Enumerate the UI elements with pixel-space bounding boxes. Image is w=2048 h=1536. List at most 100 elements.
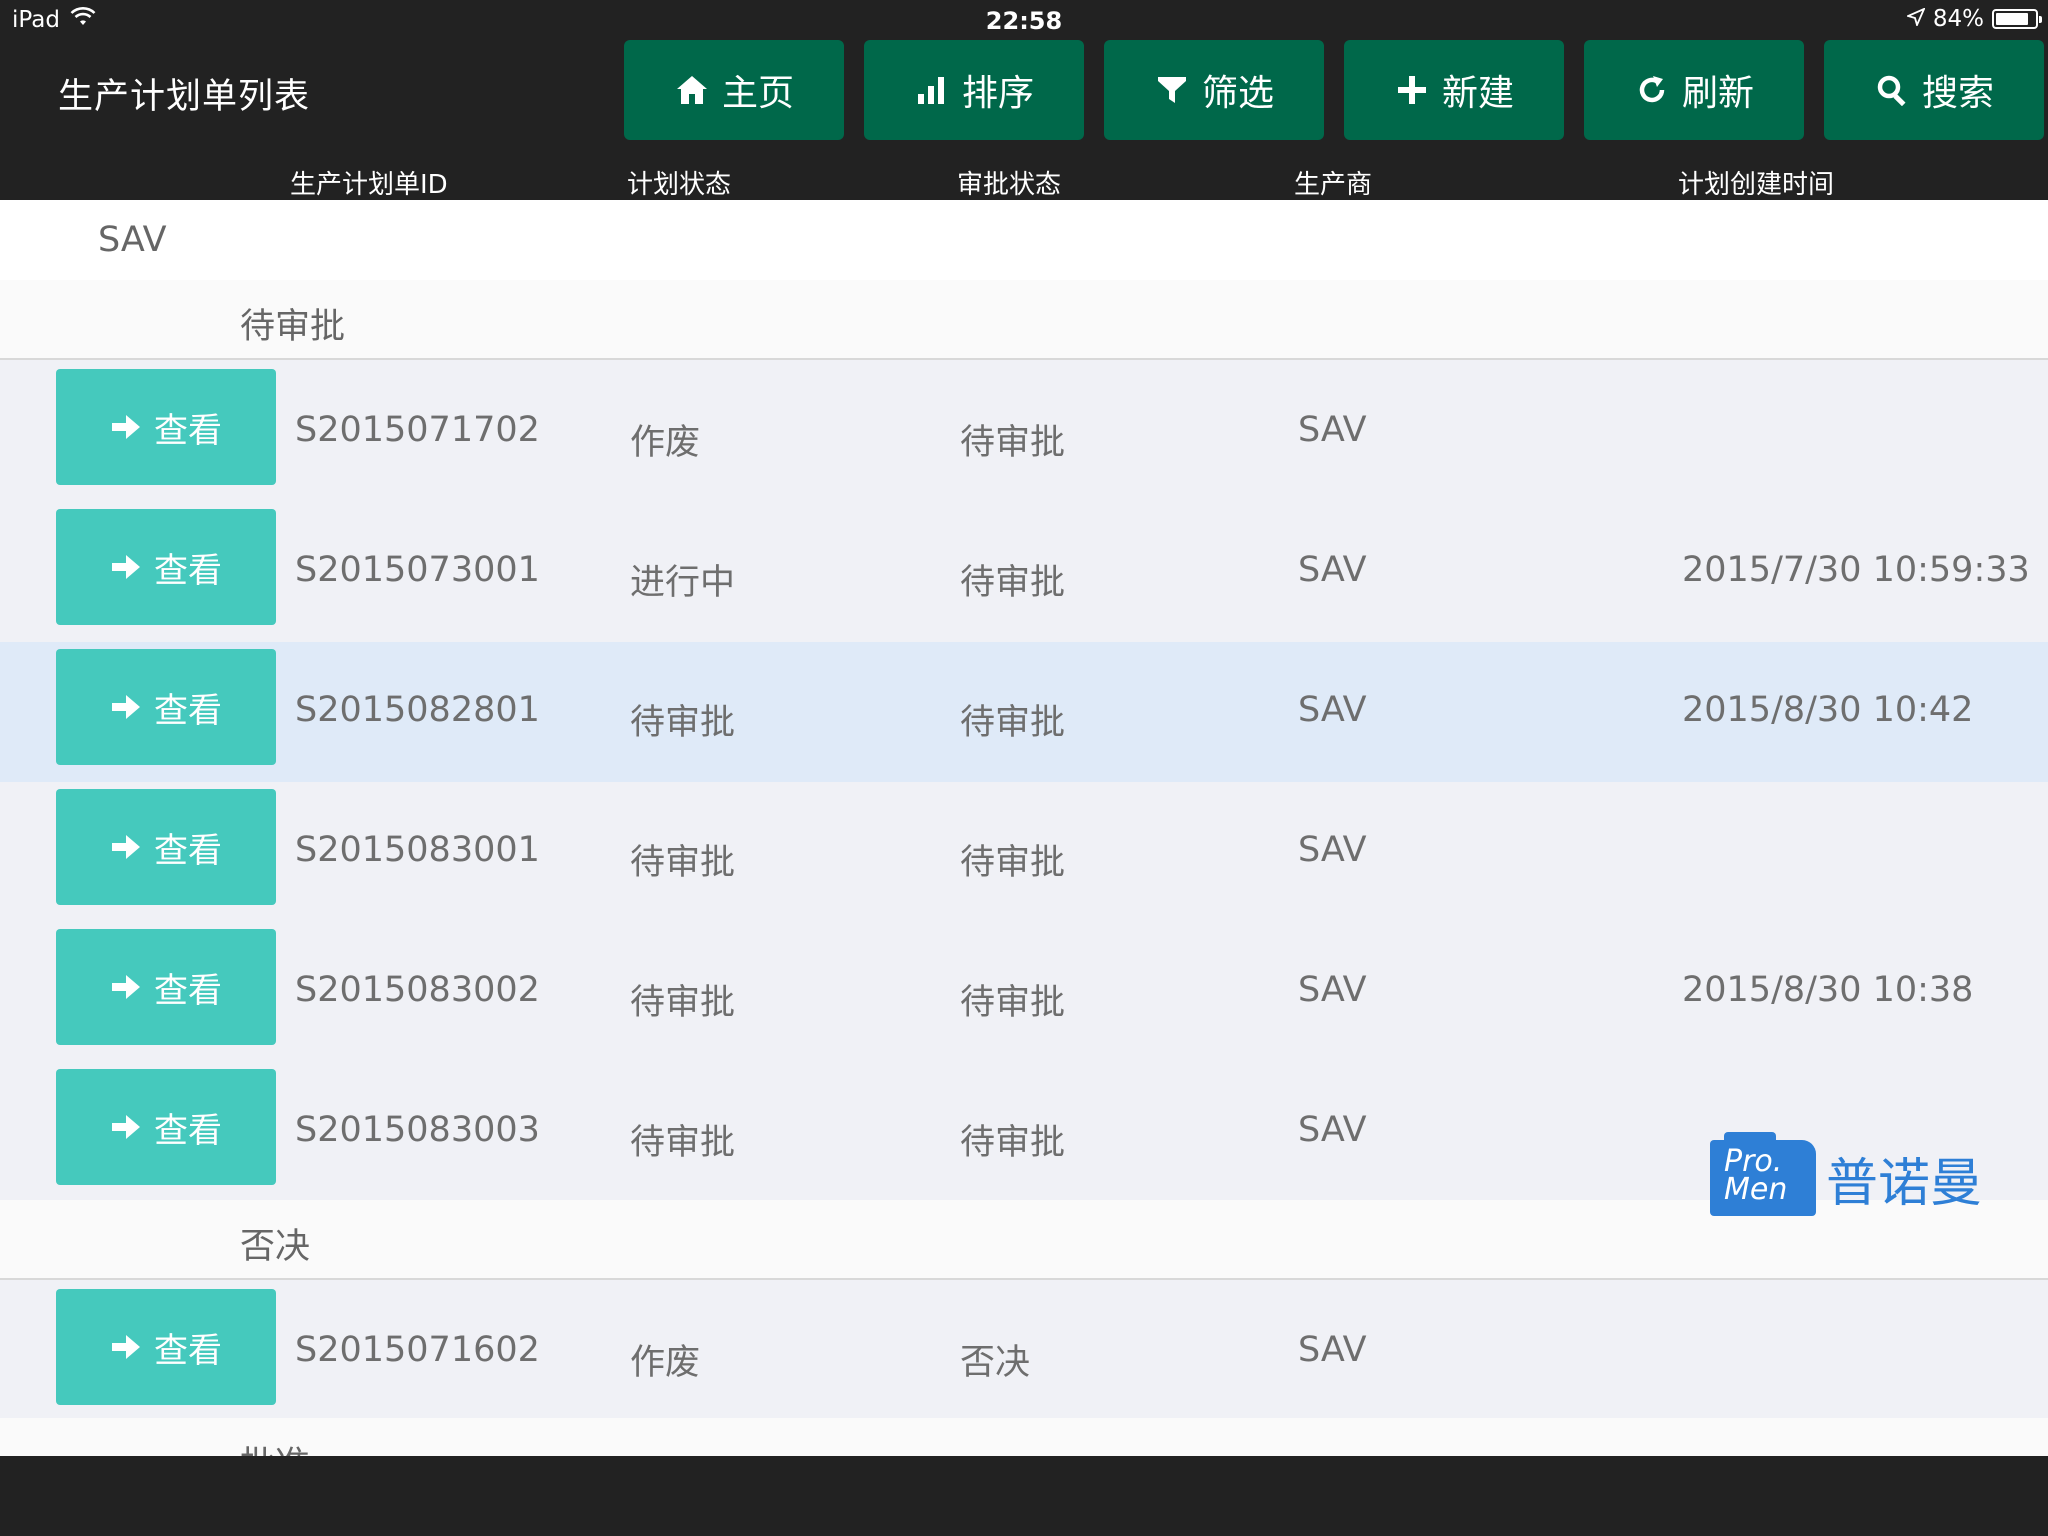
table-row[interactable]: 查看 S2015083002 待审批 待审批 SAV 2015/8/30 10:…: [0, 922, 2048, 1062]
view-button-label: 查看: [154, 550, 222, 591]
cell-approval-status: 待审批: [960, 1123, 1066, 1163]
cell-plan-status: 作废: [630, 423, 701, 463]
logo-text: 普诺曼: [1826, 1153, 1983, 1214]
cell-manufacturer: SAV: [1298, 690, 1367, 730]
view-button[interactable]: 查看: [56, 929, 276, 1045]
cell-approval-status: 待审批: [960, 703, 1066, 743]
cell-id: S2015083001: [295, 830, 540, 870]
new-button[interactable]: 新建: [1344, 40, 1564, 140]
cell-plan-status: 进行中: [630, 563, 736, 603]
cell-manufacturer: SAV: [1298, 970, 1367, 1010]
col-header-manufacturer[interactable]: 生产商: [1294, 164, 1372, 201]
section-title: 批准: [240, 1436, 310, 1456]
logo-mark: Pro. Men: [1710, 1132, 1816, 1216]
section-header-pending: 待审批: [0, 280, 2048, 360]
search-icon: [1874, 72, 1910, 108]
view-button-label: 查看: [154, 830, 222, 871]
battery-percent: 84%: [1932, 6, 1984, 32]
table-row[interactable]: 查看 S2015071602 作废 否决 SAV: [0, 1282, 2048, 1422]
home-button-label: 主页: [721, 73, 794, 114]
section-header-approved: 批准: [0, 1418, 2048, 1456]
view-button[interactable]: 查看: [56, 509, 276, 625]
cell-created-time: 2015/8/30 10:38: [1682, 970, 1974, 1010]
arrow-right-icon: [112, 695, 140, 719]
cell-id: S2015073001: [295, 550, 540, 590]
cell-id: S2015082801: [295, 690, 540, 730]
col-header-created-time[interactable]: 计划创建时间: [1678, 164, 1834, 201]
plan-list[interactable]: SAV 待审批 查看 S2015071702 作废 待审批 SAV 查看 S20…: [0, 200, 2048, 1456]
cell-plan-status: 待审批: [630, 703, 736, 743]
cell-approval-status: 待审批: [960, 423, 1066, 463]
search-button[interactable]: 搜索: [1824, 40, 2044, 140]
table-row[interactable]: 查看 S2015071702 作废 待审批 SAV: [0, 362, 2048, 502]
col-header-approval-status[interactable]: 审批状态: [957, 164, 1061, 201]
sort-button[interactable]: 排序: [864, 40, 1084, 140]
home-icon: [674, 72, 710, 108]
arrow-right-icon: [112, 835, 140, 859]
view-button[interactable]: 查看: [56, 1069, 276, 1185]
arrow-right-icon: [112, 1115, 140, 1139]
table-row[interactable]: 查看 S2015083001 待审批 待审批 SAV: [0, 782, 2048, 922]
cell-manufacturer: SAV: [1298, 410, 1367, 450]
view-button-label: 查看: [154, 1110, 222, 1151]
cell-plan-status: 作废: [630, 1343, 701, 1383]
view-button-label: 查看: [154, 970, 222, 1011]
group-header: SAV: [0, 200, 2048, 280]
header: 生产计划单列表 主页 排序 筛选 新建 刷新 搜索 生产计划单ID 计划状态 审…: [0, 40, 2048, 200]
col-header-id[interactable]: 生产计划单ID: [290, 164, 448, 201]
cell-plan-status: 待审批: [630, 1123, 736, 1163]
bar-chart-icon: [914, 72, 950, 108]
cell-created-time: 2015/7/30 10:59:33: [1682, 550, 2030, 590]
section-title: 否决: [240, 1227, 311, 1267]
cell-id: S2015071602: [295, 1330, 540, 1370]
cell-plan-status: 待审批: [630, 843, 736, 883]
cell-created-time: 2015/8/30 10:42: [1682, 690, 1974, 730]
cell-plan-status: 待审批: [630, 983, 736, 1023]
section-title: 待审批: [240, 307, 346, 347]
cell-approval-status: 待审批: [960, 983, 1066, 1023]
cell-manufacturer: SAV: [1298, 830, 1367, 870]
arrow-right-icon: [112, 975, 140, 999]
new-button-label: 新建: [1441, 73, 1514, 114]
arrow-right-icon: [112, 1335, 140, 1359]
view-button[interactable]: 查看: [56, 649, 276, 765]
table-row-selected[interactable]: 查看 S2015082801 待审批 待审批 SAV 2015/8/30 10:…: [0, 642, 2048, 782]
table-row[interactable]: 查看 S2015073001 进行中 待审批 SAV 2015/7/30 10:…: [0, 502, 2048, 642]
arrow-right-icon: [112, 415, 140, 439]
cell-manufacturer: SAV: [1298, 1110, 1367, 1150]
col-header-plan-status[interactable]: 计划状态: [627, 164, 731, 201]
cell-id: S2015071702: [295, 410, 540, 450]
cell-approval-status: 待审批: [960, 843, 1066, 883]
bottom-bar: [0, 1456, 2048, 1536]
arrow-right-icon: [112, 555, 140, 579]
filter-button[interactable]: 筛选: [1104, 40, 1324, 140]
plus-icon: [1394, 72, 1430, 108]
cell-approval-status: 待审批: [960, 563, 1066, 603]
status-right: 84%: [1905, 6, 2042, 32]
refresh-button[interactable]: 刷新: [1584, 40, 1804, 140]
view-button[interactable]: 查看: [56, 1289, 276, 1405]
search-button-label: 搜索: [1921, 73, 1994, 114]
filter-icon: [1154, 72, 1190, 108]
view-button[interactable]: 查看: [56, 369, 276, 485]
view-button-label: 查看: [154, 410, 222, 451]
page-title: 生产计划单列表: [58, 77, 311, 117]
cell-manufacturer: SAV: [1298, 550, 1367, 590]
location-arrow-icon: [1905, 6, 1926, 32]
status-time: 22:58: [985, 7, 1063, 35]
home-button[interactable]: 主页: [624, 40, 844, 140]
filter-button-label: 筛选: [1201, 73, 1274, 114]
column-headers: 生产计划单ID 计划状态 审批状态 生产商 计划创建时间: [0, 162, 2048, 200]
toolbar: 主页 排序 筛选 新建 刷新 搜索: [624, 40, 2044, 140]
cell-manufacturer: SAV: [1298, 1330, 1367, 1370]
cell-approval-status: 否决: [960, 1343, 1031, 1383]
cell-id: S2015083002: [295, 970, 540, 1010]
view-button[interactable]: 查看: [56, 789, 276, 905]
refresh-icon: [1634, 72, 1670, 108]
battery-icon: [1992, 9, 2042, 29]
refresh-button-label: 刷新: [1681, 73, 1754, 114]
group-name: SAV: [98, 220, 167, 260]
view-button-label: 查看: [154, 1330, 222, 1371]
logo: Pro. Men 普诺曼: [1710, 1132, 1983, 1216]
status-bar: iPad 22:58 84%: [0, 0, 2048, 40]
